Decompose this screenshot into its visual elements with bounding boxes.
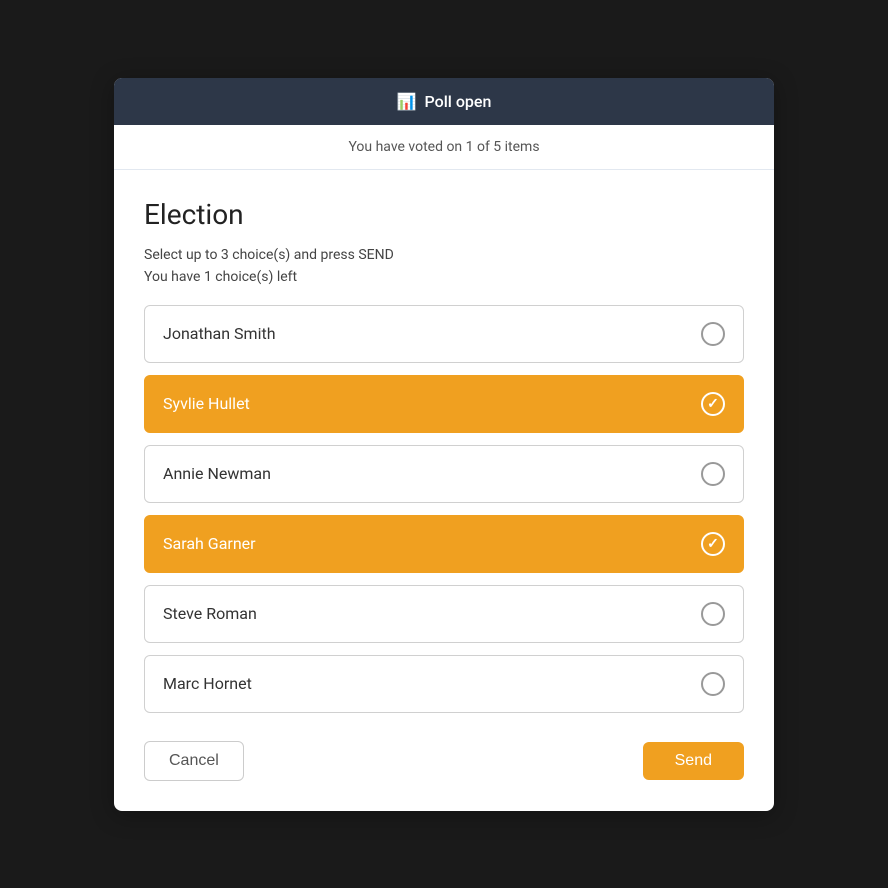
radio-circle: ✓ <box>701 602 725 626</box>
candidate-name: Syvlie Hullet <box>163 394 250 413</box>
candidate-item-syvlie-hullet[interactable]: Syvlie Hullet ✓ <box>144 375 744 433</box>
candidate-name: Sarah Garner <box>163 534 256 553</box>
modal-body: Election Select up to 3 choice(s) and pr… <box>114 170 774 811</box>
checkmark-icon: ✓ <box>707 396 719 412</box>
candidate-item-marc-hornet[interactable]: Marc Hornet ✓ <box>144 655 744 713</box>
cancel-button[interactable]: Cancel <box>144 741 244 781</box>
election-title: Election <box>144 198 744 231</box>
radio-circle: ✓ <box>701 392 725 416</box>
poll-icon: 📊 <box>397 92 417 111</box>
candidate-item-steve-roman[interactable]: Steve Roman ✓ <box>144 585 744 643</box>
candidate-name: Jonathan Smith <box>163 324 276 343</box>
choices-left-text: You have 1 choice(s) left <box>144 269 744 285</box>
poll-header-label: Poll open <box>425 92 492 111</box>
checkmark-icon: ✓ <box>707 536 719 552</box>
candidate-list: Jonathan Smith✓Syvlie Hullet✓Annie Newma… <box>144 305 744 713</box>
poll-header: 📊 Poll open <box>114 78 774 125</box>
candidate-name: Steve Roman <box>163 604 257 623</box>
radio-circle: ✓ <box>701 462 725 486</box>
modal-container: 📊 Poll open You have voted on 1 of 5 ite… <box>114 78 774 811</box>
radio-circle: ✓ <box>701 672 725 696</box>
candidate-item-sarah-garner[interactable]: Sarah Garner ✓ <box>144 515 744 573</box>
instruction-text: Select up to 3 choice(s) and press SEND <box>144 247 744 263</box>
radio-circle: ✓ <box>701 322 725 346</box>
action-buttons: Cancel Send <box>144 741 744 781</box>
send-button[interactable]: Send <box>643 742 744 780</box>
candidate-name: Annie Newman <box>163 464 271 483</box>
radio-circle: ✓ <box>701 532 725 556</box>
poll-status-bar: You have voted on 1 of 5 items <box>114 125 774 170</box>
candidate-item-annie-newman[interactable]: Annie Newman ✓ <box>144 445 744 503</box>
status-text: You have voted on 1 of 5 items <box>348 139 539 155</box>
candidate-name: Marc Hornet <box>163 674 252 693</box>
candidate-item-jonathan-smith[interactable]: Jonathan Smith ✓ <box>144 305 744 363</box>
